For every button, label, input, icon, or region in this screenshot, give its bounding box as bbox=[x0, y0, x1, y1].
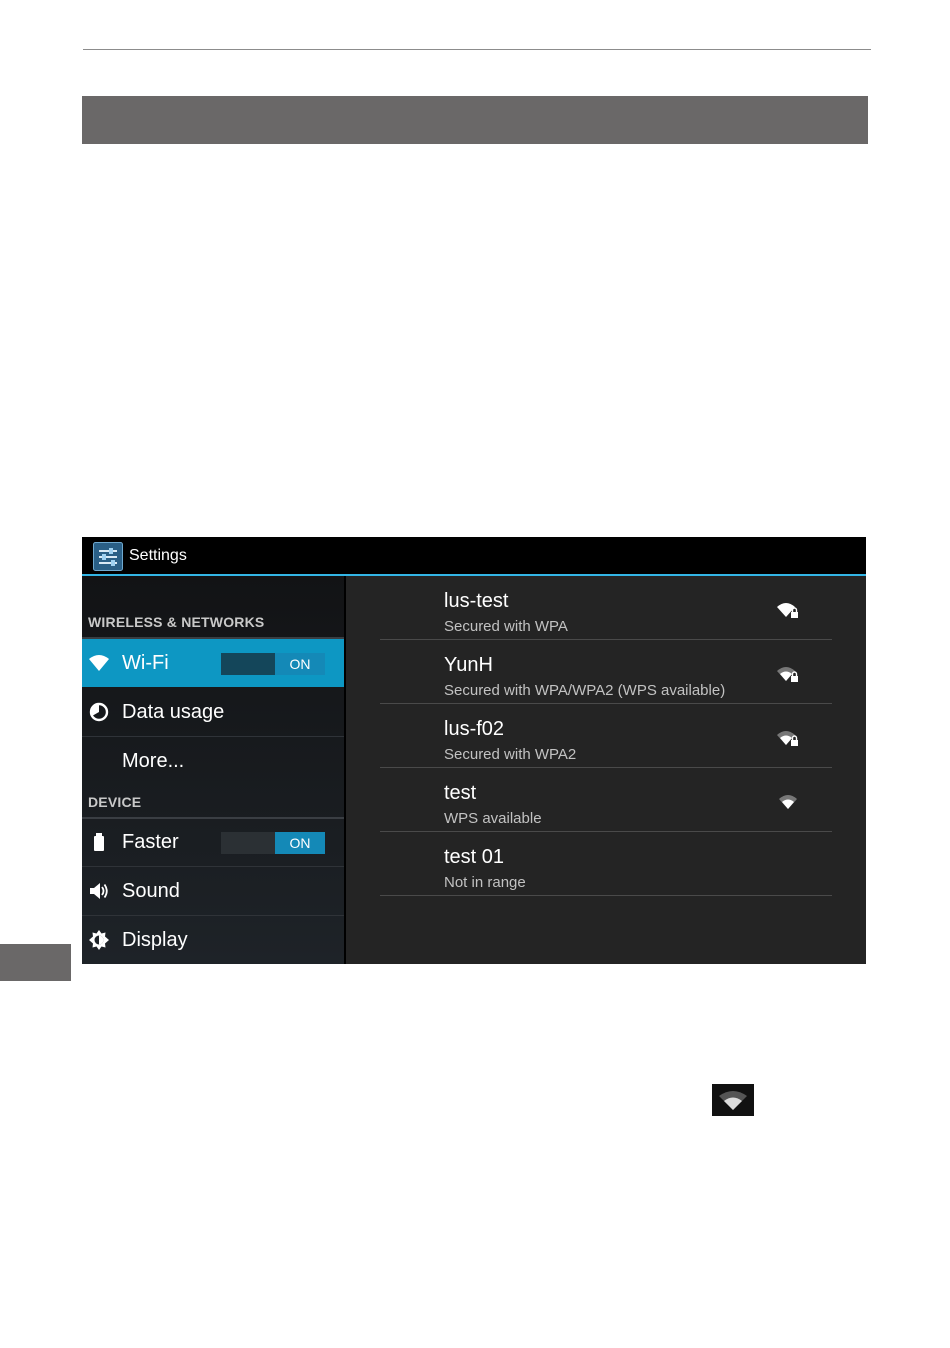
wifi-signal-icon bbox=[712, 1084, 754, 1116]
network-status: Not in range bbox=[444, 874, 526, 891]
category-device: DEVICE bbox=[88, 794, 142, 810]
faster-toggle[interactable]: ON bbox=[221, 832, 325, 854]
network-status: Secured with WPA/WPA2 (WPS available) bbox=[444, 682, 726, 699]
network-status: WPS available bbox=[444, 810, 542, 827]
network-name: lus-test bbox=[444, 590, 509, 612]
network-item[interactable]: test WPS available bbox=[380, 768, 832, 832]
sidebar-item-label: Sound bbox=[122, 880, 180, 902]
settings-screenshot: Settings WIRELESS & NETWORKS Wi-Fi ON Da… bbox=[82, 537, 866, 964]
section-title-band bbox=[82, 96, 868, 144]
sidebar-item-label: More... bbox=[122, 750, 185, 772]
network-item[interactable]: test 01 Not in range bbox=[380, 832, 832, 896]
sidebar-item-faster[interactable]: Faster ON bbox=[82, 818, 344, 866]
sidebar-item-more[interactable]: More... bbox=[82, 737, 344, 785]
category-wireless-networks: WIRELESS & NETWORKS bbox=[88, 614, 265, 630]
sidebar-item-display[interactable]: Display bbox=[82, 916, 344, 964]
sidebar-item-data-usage[interactable]: Data usage bbox=[82, 688, 344, 736]
toggle-state: ON bbox=[275, 832, 325, 854]
wifi-locked-icon bbox=[777, 603, 798, 618]
header-rule bbox=[83, 49, 871, 50]
toggle-state: ON bbox=[275, 653, 325, 675]
settings-app-icon[interactable] bbox=[93, 542, 123, 571]
wifi-network-list: lus-test Secured with WPA YunH Secured w… bbox=[346, 576, 866, 964]
sidebar-item-label: Faster bbox=[122, 831, 179, 853]
network-name: lus-f02 bbox=[444, 718, 505, 740]
network-item[interactable]: lus-f02 Secured with WPA2 bbox=[380, 704, 832, 768]
sidebar-item-wifi[interactable]: Wi-Fi ON bbox=[82, 639, 344, 687]
action-bar: Settings bbox=[82, 537, 866, 576]
wifi-icon bbox=[779, 795, 797, 809]
sidebar-item-label: Display bbox=[122, 929, 188, 951]
brightness-icon bbox=[89, 930, 109, 950]
wifi-locked-icon bbox=[777, 667, 798, 682]
sidebar-item-label: Data usage bbox=[122, 701, 225, 723]
row-divider bbox=[380, 895, 832, 896]
wifi-icon bbox=[89, 655, 109, 671]
network-item[interactable]: lus-test Secured with WPA bbox=[380, 576, 832, 640]
speaker-icon bbox=[90, 883, 108, 899]
settings-sidebar: WIRELESS & NETWORKS Wi-Fi ON Data usage … bbox=[82, 576, 344, 964]
sidebar-item-sound[interactable]: Sound bbox=[82, 867, 344, 915]
network-status: Secured with WPA bbox=[444, 618, 568, 635]
network-item[interactable]: YunH Secured with WPA/WPA2 (WPS availabl… bbox=[380, 640, 832, 704]
battery-icon bbox=[94, 833, 104, 851]
data-usage-icon bbox=[89, 702, 109, 722]
wifi-toggle[interactable]: ON bbox=[221, 653, 325, 675]
wifi-locked-icon bbox=[777, 731, 798, 746]
page-side-tab bbox=[0, 944, 71, 981]
network-name: test 01 bbox=[444, 846, 505, 868]
network-status: Secured with WPA2 bbox=[444, 746, 577, 763]
network-name: test bbox=[444, 782, 477, 804]
app-title: Settings bbox=[129, 547, 187, 564]
network-name: YunH bbox=[444, 654, 493, 676]
sidebar-item-label: Wi-Fi bbox=[122, 652, 169, 674]
